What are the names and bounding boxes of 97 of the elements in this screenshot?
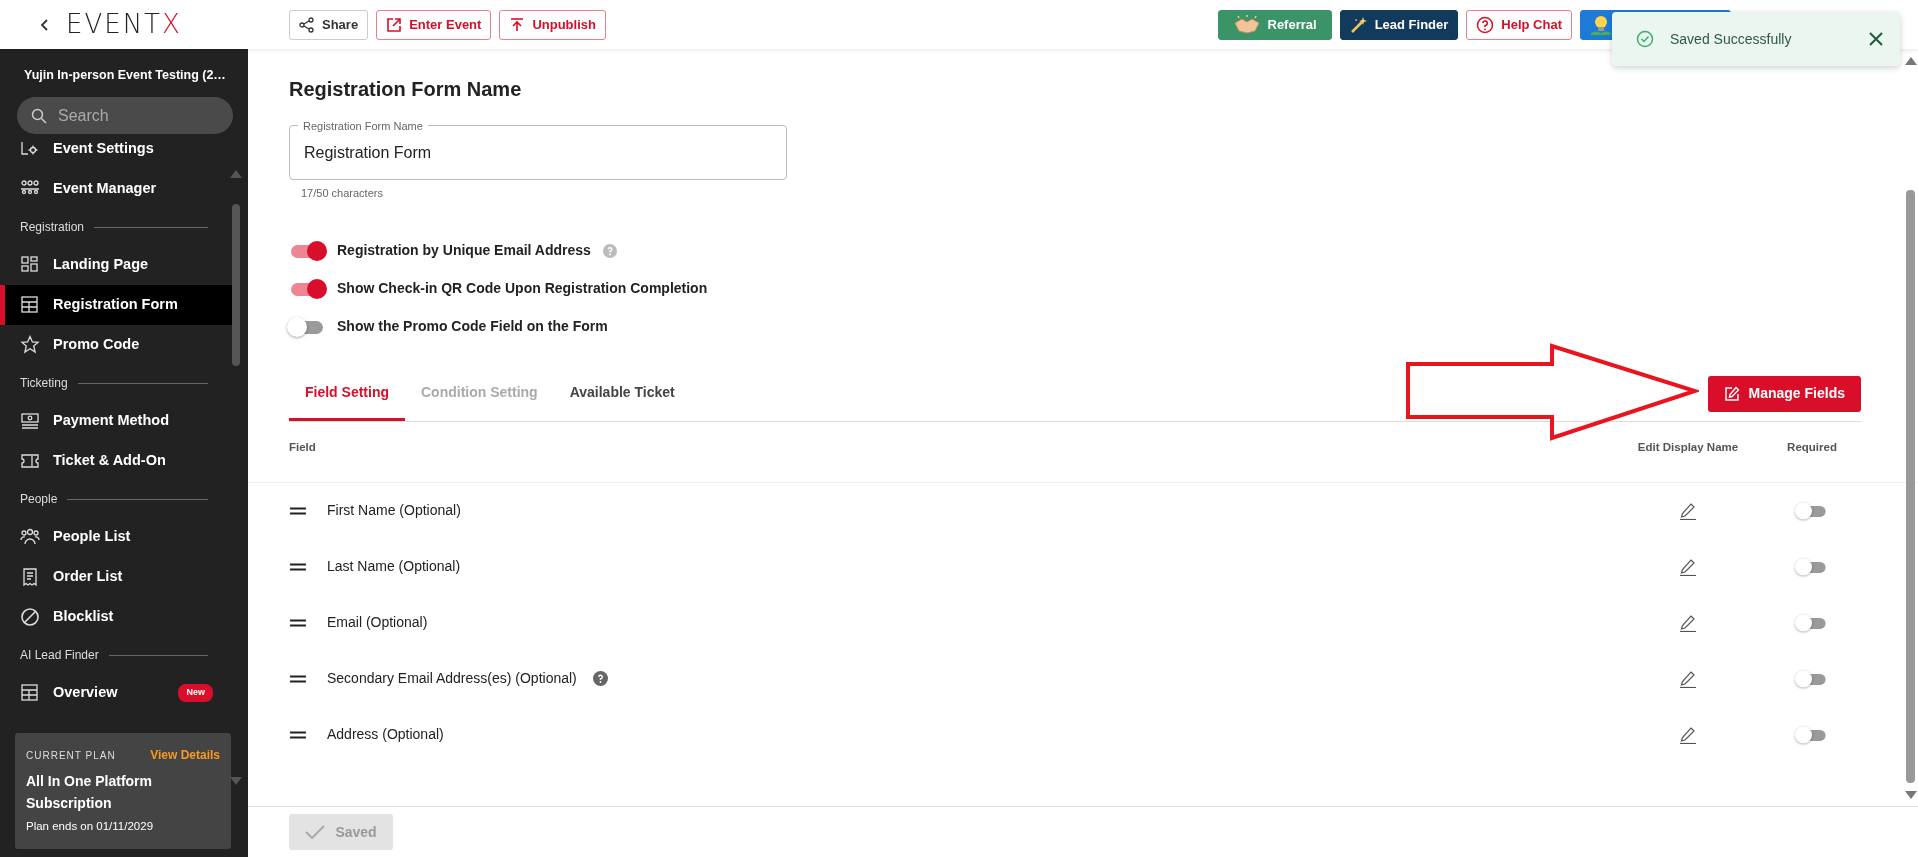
event-title: Yujin In-person Event Testing (2… [23,67,227,84]
logo: EVENTX [66,8,182,41]
toolbar-button[interactable]: Share [289,9,369,40]
tab[interactable]: Field Setting [289,367,405,421]
sidebar-item[interactable]: Blocklist [0,597,233,637]
sidebar-item[interactable]: Overview New [0,673,233,713]
toolbar-button[interactable]: Lead Finder [1339,9,1459,40]
star-icon [20,335,40,355]
field-name: Email (Optional) [327,613,428,632]
edit-button[interactable] [1679,669,1697,688]
toggle-switch[interactable] [1796,613,1828,632]
drag-handle-icon [289,506,307,515]
scroll-down-icon [230,777,242,785]
sidebar-item[interactable]: Payment Method [0,401,233,441]
sidebar-item[interactable]: Promo Code [0,325,233,365]
layout-icon [20,255,40,275]
toggle-label: Show Check-in QR Code Upon Registration Completion [337,279,708,298]
toolbar-button[interactable]: Help Chat [1466,9,1572,40]
scrollbar[interactable] [1906,190,1915,783]
toast-message: Saved Successfully [1670,29,1792,49]
scroll-up-icon [1905,57,1917,65]
receipt-icon [20,567,40,587]
pencil-icon [1679,725,1697,744]
drag-handle-icon [289,562,307,571]
plan-caption: CURRENT PLAN [26,748,116,763]
magic-wand-icon [1349,15,1368,34]
field-name: Last Name (Optional) [327,557,461,576]
field-name: Secondary Email Address(es) (Optional) [327,669,577,688]
search-icon [31,107,47,124]
drag-handle-icon [289,730,307,739]
block-icon [20,607,40,627]
pencil-icon [1679,669,1697,688]
form-heading: Registration Form Name [289,77,523,102]
section-label: AI Lead Finder [20,647,99,664]
manage-fields-button[interactable]: Manage Fields [1707,375,1861,412]
character-counter: 17/50 characters [301,186,384,201]
sidebar-item[interactable]: Order List [0,557,233,597]
pencil-icon [1679,613,1697,632]
check-circle-icon [1636,30,1654,48]
table-icon [20,295,40,315]
field-name: First Name (Optional) [327,501,461,520]
close-button[interactable] [1868,31,1884,47]
external-link-icon [386,16,403,33]
toggle-label: Show the Promo Code Field on the Form [337,317,608,336]
toggle-switch[interactable] [1796,501,1828,520]
section-label: Ticketing [20,375,68,392]
toggle-switch[interactable] [1796,669,1828,688]
sidebar-item[interactable]: People List [0,517,233,557]
toolbar-button[interactable]: Referral [1217,9,1332,40]
toggle-switch[interactable] [289,239,325,262]
edit-button[interactable] [1679,557,1697,576]
lightbulb-icon [1590,13,1612,36]
toggle-label: Registration by Unique Email Address [337,241,591,260]
sidebar-item[interactable]: Event Manager [0,169,233,209]
upload-icon [509,16,526,33]
view-details-link[interactable]: View Details [150,746,220,764]
column-header: Edit Display Name [1637,440,1739,453]
drag-handle-icon [289,618,307,627]
scroll-up-icon [230,170,242,178]
section-label: People [20,491,58,508]
sidebar-item[interactable]: Landing Page [0,245,233,285]
search-input[interactable]: Search [56,102,206,129]
toggle-switch[interactable] [289,315,325,338]
scroll-down-icon [1905,791,1917,799]
toggle-switch[interactable] [1796,557,1828,576]
ticket-icon [20,451,40,471]
check-icon [305,825,326,839]
help-icon [1476,15,1495,34]
drag-handle-icon [289,674,307,683]
banknote-icon [20,411,40,431]
toolbar-button[interactable]: Enter Event [376,9,492,40]
pencil-icon [1679,501,1697,520]
sidebar-item[interactable]: Registration Form [0,285,233,325]
back-icon [40,17,50,32]
sidebar-item[interactable]: Ticket & Add-On [0,441,233,481]
edit-button[interactable] [1679,501,1697,520]
search-field[interactable]: Search [17,97,233,134]
edit-button[interactable] [1679,613,1697,632]
plan-expiry: Plan ends on 01/11/2029 [26,819,155,834]
toggle-switch[interactable] [289,277,325,300]
toolbar-button[interactable]: Unpublish [499,9,606,40]
toggle-switch[interactable] [1796,725,1828,744]
section-label: Registration [20,219,85,236]
plan-name: All In One Platform Subscription [26,772,153,813]
tab[interactable]: Available Ticket [553,367,691,421]
new-badge: New [178,684,213,702]
edit-icon [1723,385,1740,402]
edit-button[interactable] [1679,725,1697,744]
column-header: Field [289,440,316,453]
share-icon [299,16,315,33]
scrollbar[interactable] [232,204,240,366]
table-icon [20,683,40,703]
people-icon [20,527,40,547]
close-icon [1869,32,1883,46]
column-header: Required [1787,440,1837,453]
pencil-icon [1679,557,1697,576]
field-name: Address (Optional) [327,725,444,744]
